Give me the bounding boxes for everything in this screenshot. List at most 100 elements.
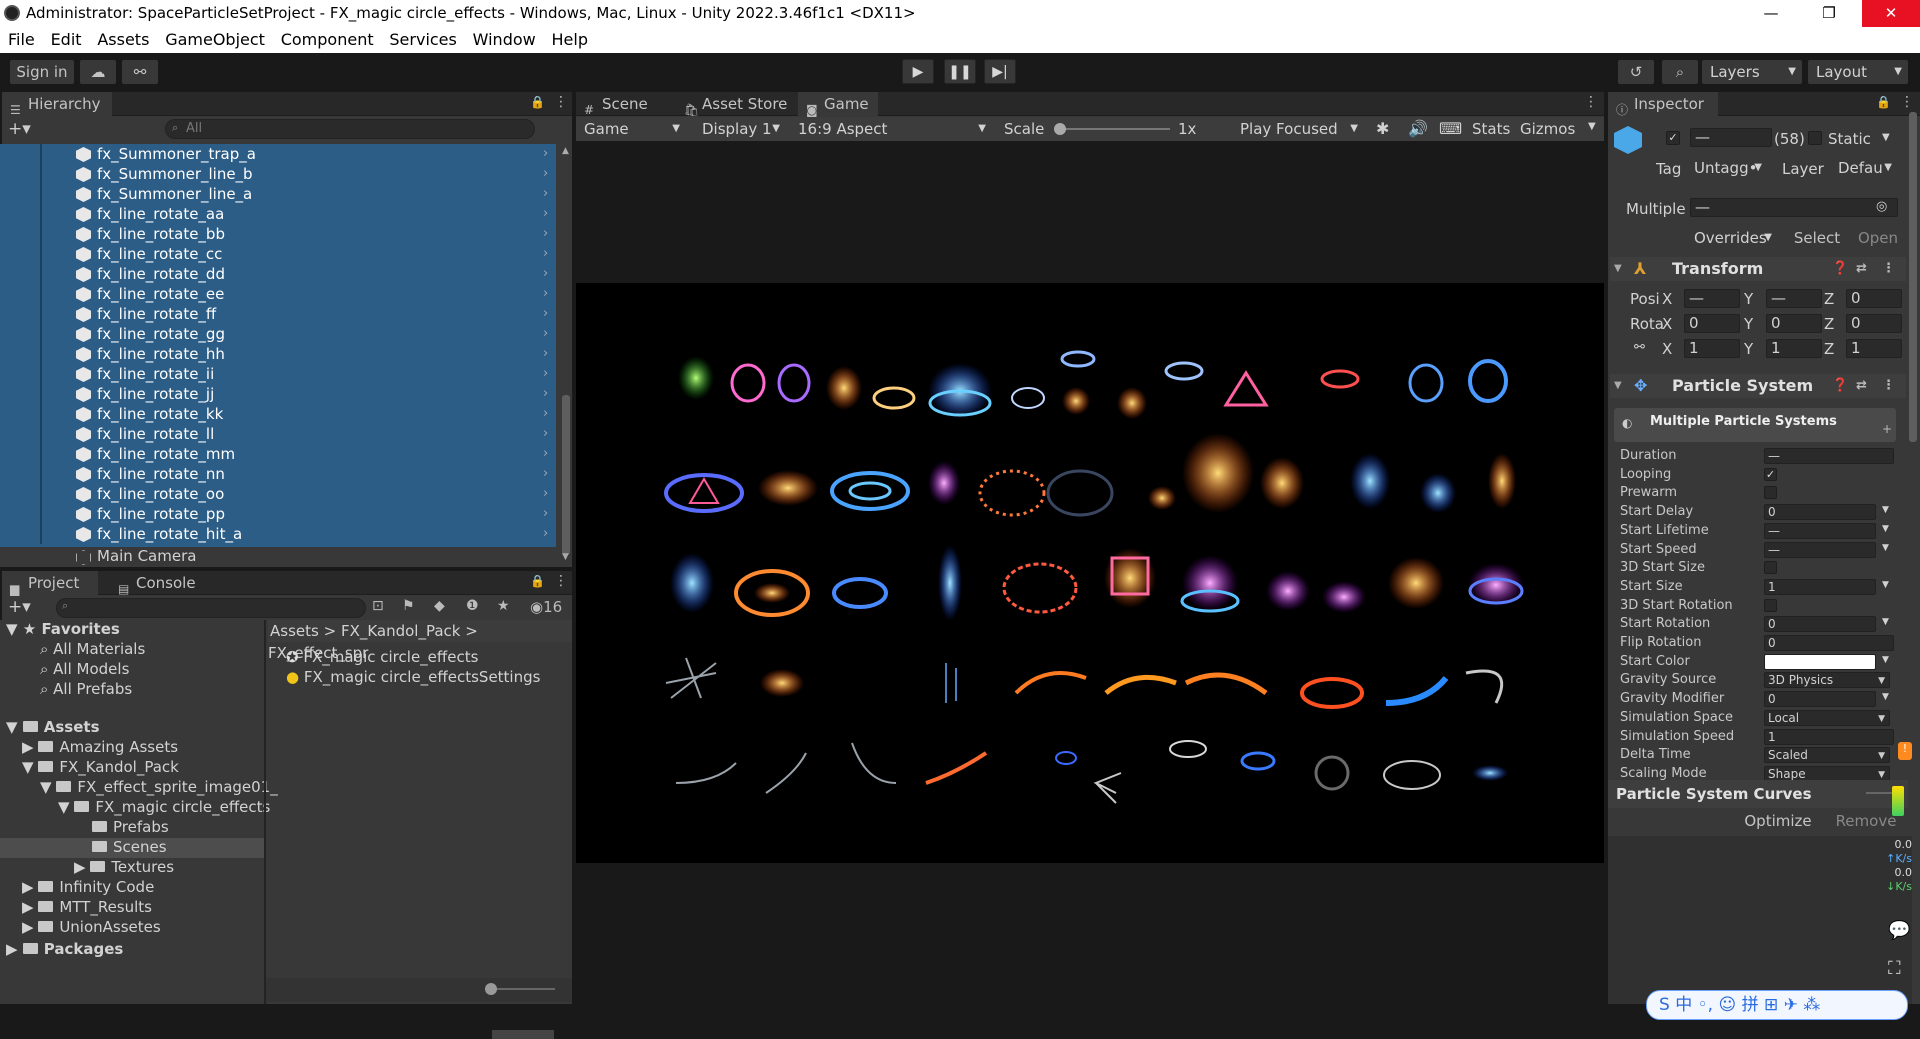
expand-arrow-icon[interactable]: › [543, 484, 548, 504]
expand-arrow-icon[interactable]: › [543, 184, 548, 204]
expand-arrow-icon[interactable]: › [543, 404, 548, 424]
hierarchy-list[interactable]: fx_Summoner_trap_a › fx_Summoner_line_b › fx… [0, 144, 556, 547]
inspector-scrollbar[interactable] [1909, 112, 1917, 442]
constrain-proportions-icon[interactable]: ⚯ [1634, 340, 1645, 355]
status-scroll[interactable] [492, 1030, 554, 1039]
ps-property-field[interactable]: 0 [1764, 616, 1876, 633]
zoom-slider-track[interactable] [490, 988, 555, 990]
transform-field-z[interactable]: 1 [1846, 339, 1902, 358]
hierarchy-row[interactable]: fx_Summoner_trap_a › [0, 144, 556, 164]
hierarchy-row[interactable]: fx_line_rotate_ii › [0, 364, 556, 384]
favorites-header[interactable]: ▼ ★ Favorites [6, 620, 120, 638]
layers-dropdown[interactable]: Layers [1702, 60, 1802, 84]
expand-arrow-icon[interactable]: › [543, 464, 548, 484]
hierarchy-row[interactable]: fx_line_rotate_kk › [0, 404, 556, 424]
curve-mode-dropdown-icon[interactable]: ▼ [1882, 505, 1889, 515]
tag-dropdown[interactable]: Untagg• [1690, 157, 1768, 179]
transform-field-z[interactable]: 0 [1846, 314, 1902, 333]
play-focused-dropdown[interactable]: Play Focused [1232, 117, 1364, 141]
layer-dropdown[interactable]: Defau [1834, 157, 1898, 179]
menu-window[interactable]: Window [473, 27, 536, 49]
ps-module-header[interactable]: ◐ Multiple Particle Systems + [1614, 408, 1896, 442]
assets-root[interactable]: ▼ Assets [6, 718, 100, 736]
expand-arrow-icon[interactable]: › [543, 244, 548, 264]
lock-icon[interactable]: 🔒 [1876, 95, 1891, 109]
expand-arrow-icon[interactable]: › [543, 144, 548, 164]
expand-arrow-icon[interactable]: › [543, 264, 548, 284]
gizmos-button[interactable]: Gizmos [1520, 120, 1575, 138]
ps-property-checkbox[interactable]: ✓ [1764, 467, 1777, 481]
static-checkbox[interactable] [1808, 131, 1822, 145]
breadcrumb-item[interactable]: Assets [270, 622, 319, 640]
expand-arrow-icon[interactable]: › [543, 224, 548, 244]
search-by-type-icon[interactable]: ⊡ [372, 598, 384, 614]
hierarchy-row[interactable]: fx_line_rotate_hit_a › [0, 524, 556, 544]
preset-icon[interactable]: ⇄ [1856, 374, 1867, 398]
help-icon[interactable]: ❓ [1832, 257, 1848, 281]
tab-inspector[interactable]: ⓘ Inspector [1608, 92, 1718, 117]
menu-edit[interactable]: Edit [51, 27, 82, 49]
tab-project[interactable]: ▆ Project [2, 571, 98, 596]
tab-console[interactable]: ▤ Console [110, 571, 210, 596]
hierarchy-row[interactable]: fx_line_rotate_jj › [0, 384, 556, 404]
object-picker-icon[interactable]: ◎ [1876, 199, 1887, 214]
curve-mode-dropdown-icon[interactable]: ▼ [1882, 543, 1889, 553]
hierarchy-row[interactable]: fx_line_rotate_dd › [0, 264, 556, 284]
chat-icon[interactable]: 💬 [1888, 920, 1910, 941]
foldout-icon[interactable]: ▼ [1614, 257, 1622, 281]
restore-button[interactable]: ❐ [1806, 0, 1852, 27]
transform-field-x[interactable]: 0 [1684, 314, 1740, 333]
expand-arrow-icon[interactable]: › [543, 344, 548, 364]
ps-property-field[interactable]: — [1764, 522, 1876, 539]
expand-arrow-icon[interactable]: › [543, 164, 548, 184]
overrides-dropdown[interactable]: Overrides [1690, 227, 1778, 249]
hierarchy-row[interactable]: fx_line_rotate_gg › [0, 324, 556, 344]
kebab-menu-icon[interactable]: ⋮ [1584, 94, 1598, 110]
project-splitter[interactable] [264, 620, 266, 1004]
expand-arrow-icon[interactable]: › [543, 384, 548, 404]
hidden-count[interactable]: ◉16 [530, 598, 562, 616]
audio-icon[interactable]: 🔊 [1408, 119, 1428, 138]
menu-file[interactable]: File [8, 27, 35, 49]
scale-slider-thumb[interactable] [1054, 123, 1066, 135]
favorite-item[interactable]: ⌕ All Materials [40, 640, 145, 658]
hierarchy-row[interactable]: fx_line_rotate_ll › [0, 424, 556, 444]
curve-mode-dropdown-icon[interactable]: ▼ [1882, 692, 1889, 702]
ime-toolbar[interactable]: S 中 ◦, ☺ 拼 ⊞ ✈ ⁂ [1646, 990, 1908, 1020]
hierarchy-row[interactable]: fx_line_rotate_pp › [0, 504, 556, 524]
layout-dropdown[interactable]: Layout [1808, 60, 1908, 84]
bug-icon[interactable]: ✱ [1376, 119, 1389, 138]
search-by-label-icon[interactable]: ⚑ [402, 598, 415, 614]
scale-slider-track[interactable] [1058, 128, 1170, 130]
sign-in-button[interactable]: Sign in [10, 60, 74, 84]
keyboard-icon[interactable]: ⌨ [1439, 119, 1462, 138]
create-asset-button[interactable]: +▾ [8, 597, 31, 617]
ps-property-field[interactable]: 3D Physics [1764, 672, 1890, 689]
favorite-item[interactable]: ⌕ All Prefabs [40, 680, 132, 698]
ps-property-field[interactable]: — [1764, 541, 1876, 558]
history-icon[interactable]: ↺ [1618, 60, 1654, 84]
curves-area[interactable] [1608, 836, 1912, 1004]
expand-arrow-icon[interactable]: › [543, 524, 548, 544]
asset-item-settings[interactable]: ● FX_magic circle_effectsSettings [286, 668, 540, 686]
color-dropdown-icon[interactable]: ▼ [1882, 655, 1889, 665]
ps-property-field[interactable]: 1 [1764, 728, 1894, 745]
open-button[interactable]: Open [1854, 227, 1902, 249]
expand-arrow-icon[interactable]: › [543, 364, 548, 384]
tab-scene[interactable]: # Scene [576, 92, 676, 117]
menu-services[interactable]: Services [389, 27, 456, 49]
active-checkbox[interactable]: ✓ [1666, 131, 1680, 145]
search-icon[interactable]: ⌕ [1662, 60, 1698, 84]
game-view-dropdown[interactable]: Game [578, 117, 686, 141]
folder-item-selected[interactable]: Scenes [92, 838, 167, 856]
hierarchy-row[interactable]: fx_line_rotate_bb › [0, 224, 556, 244]
component-menu-icon[interactable]: ⋮ [1882, 374, 1895, 398]
stats-button[interactable]: Stats [1472, 120, 1510, 138]
static-dropdown-icon[interactable]: ▼ [1882, 132, 1890, 143]
hierarchy-row[interactable]: fx_line_rotate_ff › [0, 304, 556, 324]
curves-header[interactable]: Particle System Curves [1608, 780, 1908, 808]
kebab-menu-icon[interactable]: ⋮ [554, 573, 568, 589]
curve-mode-dropdown-icon[interactable]: ▼ [1882, 580, 1889, 590]
ps-property-field[interactable]: 0 [1764, 691, 1876, 708]
curve-mode-dropdown-icon[interactable]: ▼ [1882, 617, 1889, 627]
